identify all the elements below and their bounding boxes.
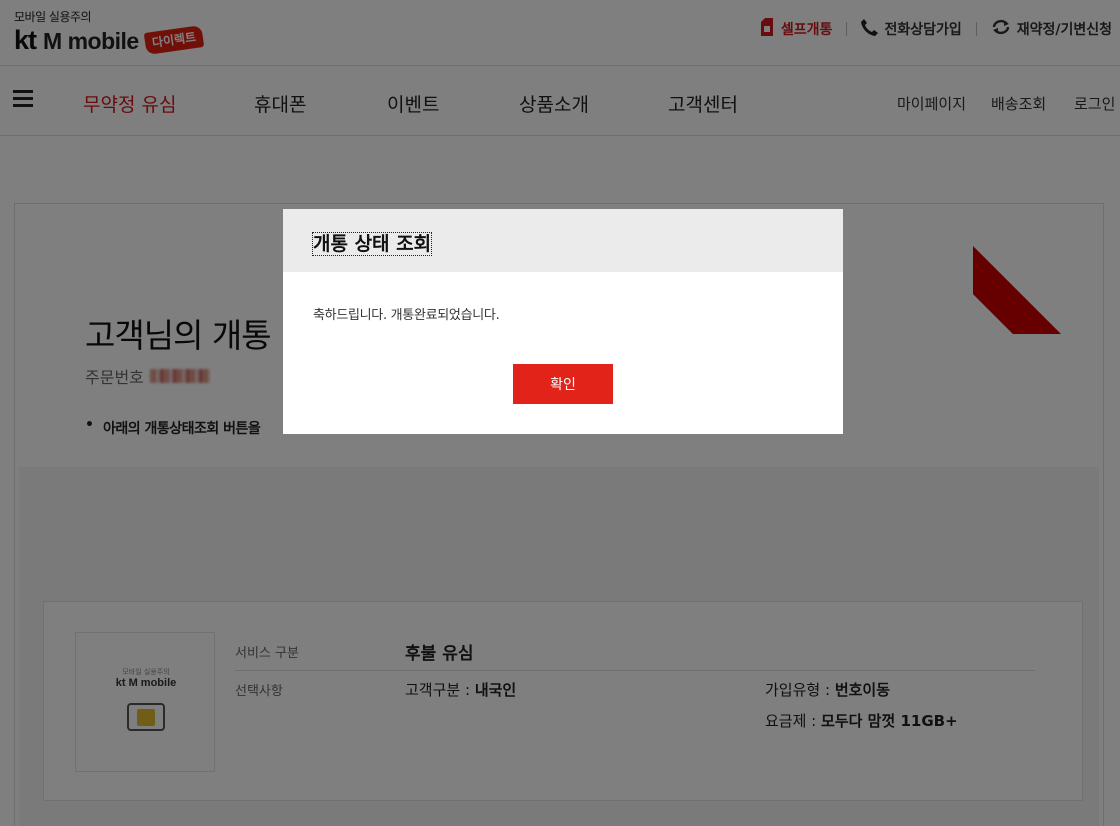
dialog-message: 축하드립니다. 개통완료되었습니다.	[313, 308, 500, 323]
activation-status-dialog: 개통 상태 조회 축하드립니다. 개통완료되었습니다. 확인	[283, 209, 843, 434]
dialog-title: 개통 상태 조회	[311, 232, 433, 256]
confirm-button[interactable]: 확인	[513, 364, 613, 404]
dialog-header: 개통 상태 조회	[283, 209, 843, 272]
